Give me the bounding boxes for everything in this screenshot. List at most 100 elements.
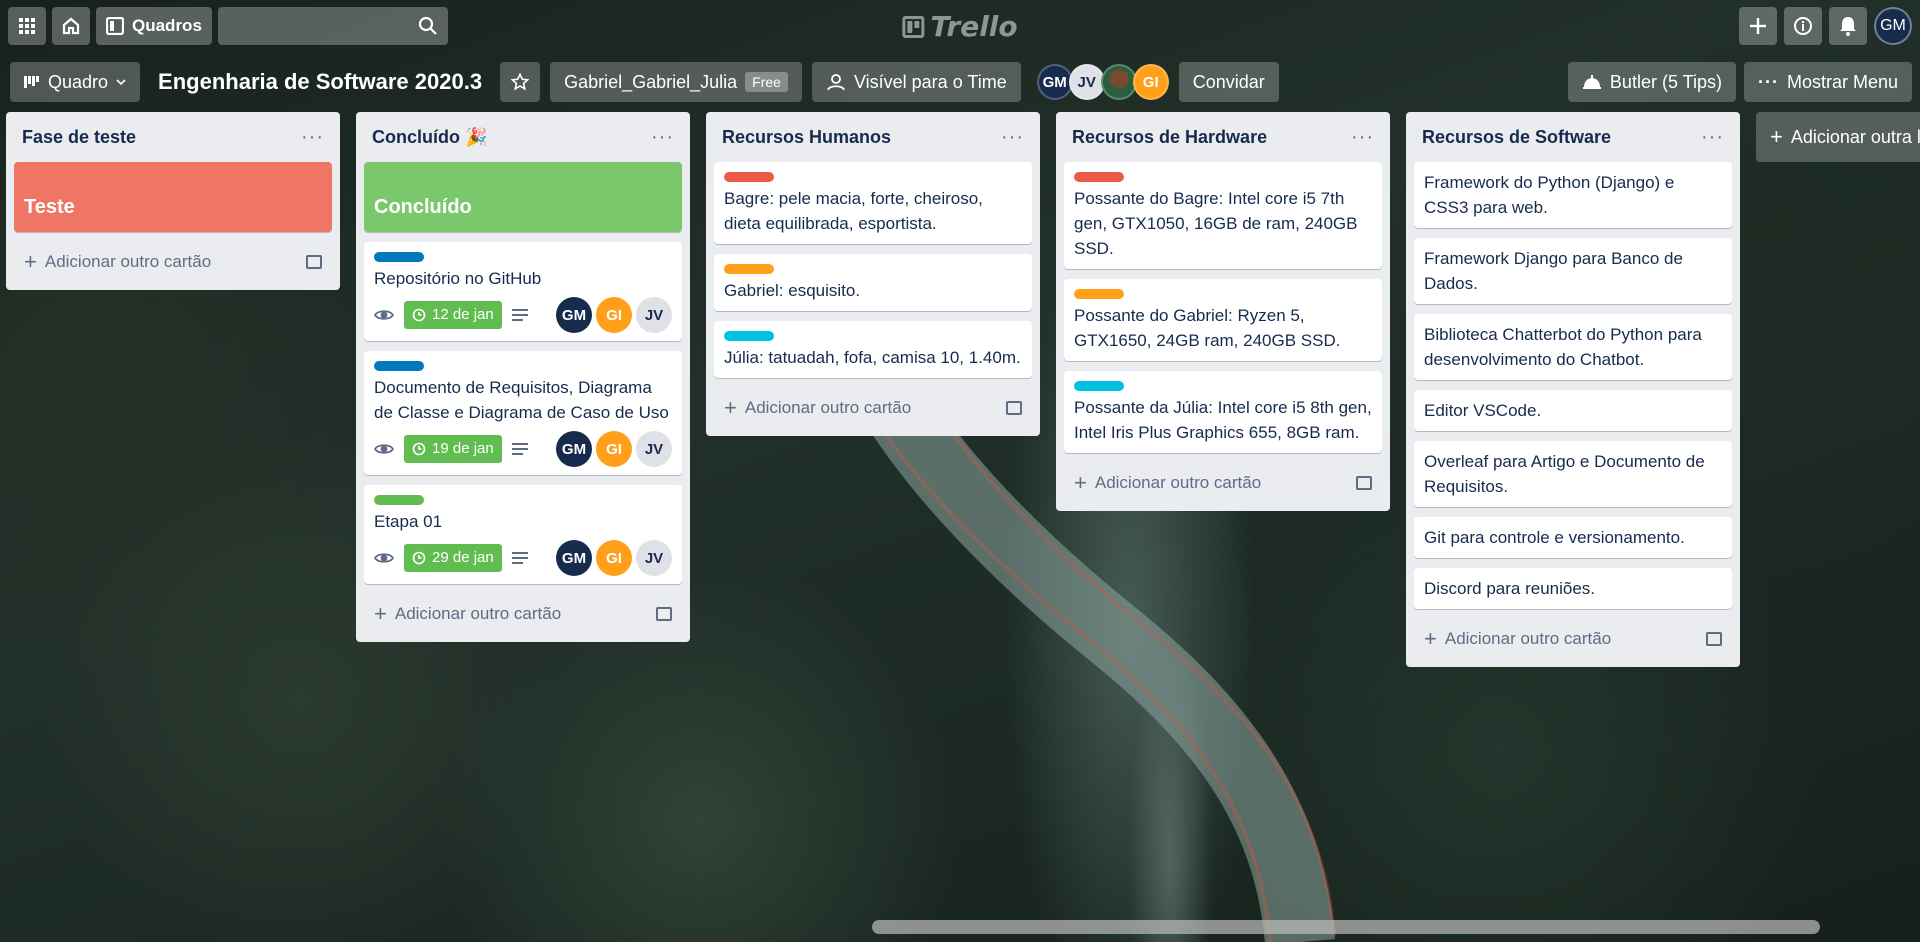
- card[interactable]: Possante do Gabriel: Ryzen 5, GTX1650, 2…: [1064, 279, 1382, 361]
- list-title[interactable]: Recursos de Software: [1422, 127, 1611, 148]
- card-member-jv[interactable]: JV: [636, 297, 672, 333]
- card-cover[interactable]: Concluído: [364, 162, 682, 232]
- top-bar: Quadros Trello GM: [0, 0, 1920, 52]
- card-label: [1074, 172, 1124, 182]
- board-title[interactable]: Engenharia de Software 2020.3: [150, 69, 490, 95]
- due-date-badge[interactable]: 12 de jan: [404, 301, 502, 329]
- card[interactable]: Git para controle e versionamento.: [1414, 517, 1732, 558]
- add-card-label: Adicionar outro cartão: [1094, 473, 1262, 492]
- card-member-gm[interactable]: GM: [556, 297, 592, 333]
- card-member-jv[interactable]: JV: [636, 431, 672, 467]
- card[interactable]: Overleaf para Artigo e Documento de Requ…: [1414, 441, 1732, 507]
- team-button[interactable]: Gabriel_Gabriel_Julia Free: [550, 62, 802, 102]
- search-input[interactable]: [217, 7, 448, 45]
- butler-button[interactable]: Butler (5 Tips): [1567, 62, 1736, 102]
- board-members: GM JV GI: [1036, 64, 1169, 100]
- card[interactable]: Bagre: pele macia, forte, cheiroso, diet…: [714, 162, 1032, 244]
- list-menu-icon[interactable]: ···: [651, 127, 674, 147]
- plus-icon: +: [24, 249, 37, 274]
- board-lists: Fase de teste ··· Teste + Adicionar outro…: [6, 112, 1920, 667]
- plus-icon: +: [1770, 124, 1783, 149]
- boards-button[interactable]: Quadros: [96, 7, 212, 45]
- card[interactable]: Júlia: tatuadah, fofa, camisa 10, 1.40m.: [714, 321, 1032, 378]
- list-title[interactable]: Recursos Humanos: [722, 127, 891, 148]
- list-title[interactable]: Recursos de Hardware: [1072, 127, 1267, 148]
- card[interactable]: Documento de Requisitos, Diagrama de Cla…: [364, 351, 682, 475]
- list-menu-icon[interactable]: ···: [1701, 127, 1724, 147]
- member-avatar-jv[interactable]: JV: [1068, 64, 1105, 100]
- card[interactable]: Discord para reuniões.: [1414, 568, 1732, 609]
- card-label: [374, 495, 424, 505]
- add-card-label: Adicionar outro cartão: [744, 398, 912, 417]
- card[interactable]: Etapa 01 29 de jan GM GI JV: [364, 485, 682, 584]
- template-icon[interactable]: [1006, 401, 1022, 415]
- list-menu-icon[interactable]: ···: [301, 127, 324, 147]
- card-label: [1074, 289, 1124, 299]
- add-card-button[interactable]: + Adicionar outro cartão: [1414, 619, 1732, 659]
- card-member-jv[interactable]: JV: [636, 540, 672, 576]
- card-title: Biblioteca Chatterbot do Python para des…: [1424, 325, 1702, 369]
- apps-button[interactable]: [8, 7, 46, 45]
- card-label: [724, 264, 774, 274]
- member-avatar-photo[interactable]: [1100, 64, 1137, 100]
- add-card-button[interactable]: + Adicionar outro cartão: [1064, 463, 1382, 503]
- board-view-switcher[interactable]: Quadro: [10, 62, 141, 102]
- chevron-down-icon: [116, 79, 126, 86]
- card[interactable]: Possante do Bagre: Intel core i5 7th gen…: [1064, 162, 1382, 269]
- description-icon: [511, 309, 528, 321]
- template-icon[interactable]: [1706, 632, 1722, 646]
- card-title: Discord para reuniões.: [1424, 579, 1596, 598]
- card-cover[interactable]: Teste: [14, 162, 332, 232]
- bell-icon: [1840, 17, 1856, 36]
- show-menu-button[interactable]: ··· Mostrar Menu: [1743, 62, 1912, 102]
- add-card-label: Adicionar outro cartão: [44, 252, 212, 271]
- template-icon[interactable]: [306, 255, 322, 269]
- plus-icon: [1750, 18, 1766, 34]
- card-member-gm[interactable]: GM: [556, 540, 592, 576]
- due-date-badge[interactable]: 19 de jan: [404, 435, 502, 463]
- visibility-button[interactable]: Visível para o Time: [811, 62, 1021, 102]
- card[interactable]: Framework do Python (Django) e CSS3 para…: [1414, 162, 1732, 228]
- card-member-gi[interactable]: GI: [596, 540, 632, 576]
- user-avatar[interactable]: GM: [1874, 7, 1912, 45]
- add-card-button[interactable]: + Adicionar outro cartão: [364, 594, 682, 634]
- visibility-label: Visível para o Time: [853, 71, 1007, 92]
- list-title[interactable]: Concluído 🎉: [372, 127, 487, 148]
- notifications-button[interactable]: [1829, 7, 1867, 45]
- list-menu-icon[interactable]: ···: [1351, 127, 1374, 147]
- card[interactable]: Editor VSCode.: [1414, 390, 1732, 431]
- member-avatar-gi[interactable]: GI: [1132, 64, 1169, 100]
- horizontal-scrollbar[interactable]: [872, 920, 1820, 934]
- trello-logo[interactable]: Trello: [902, 10, 1018, 43]
- card[interactable]: Framework Django para Banco de Dados.: [1414, 238, 1732, 304]
- card-label: [724, 331, 774, 341]
- due-date-badge[interactable]: 29 de jan: [404, 544, 502, 572]
- add-list-button[interactable]: + Adicionar outra lista: [1756, 112, 1920, 162]
- butler-bell-icon: [1582, 75, 1601, 89]
- home-icon: [62, 17, 80, 35]
- home-button[interactable]: [52, 7, 90, 45]
- invite-button[interactable]: Convidar: [1178, 62, 1279, 102]
- list-menu-icon[interactable]: ···: [1001, 127, 1024, 147]
- star-button[interactable]: [500, 62, 541, 102]
- star-icon: [511, 73, 530, 91]
- show-menu-label: Mostrar Menu: [1786, 71, 1898, 92]
- add-card-button[interactable]: + Adicionar outro cartão: [714, 388, 1032, 428]
- card[interactable]: Gabriel: esquisito.: [714, 254, 1032, 311]
- card-member-gm[interactable]: GM: [556, 431, 592, 467]
- watch-icon: [374, 310, 394, 320]
- plus-icon: +: [374, 601, 387, 626]
- member-avatar-gm[interactable]: GM: [1036, 64, 1073, 100]
- due-date-text: 12 de jan: [432, 306, 494, 323]
- template-icon[interactable]: [656, 607, 672, 621]
- card[interactable]: Repositório no GitHub 12 de jan GM GI JV: [364, 242, 682, 341]
- info-button[interactable]: [1784, 7, 1822, 45]
- card-member-gi[interactable]: GI: [596, 297, 632, 333]
- card[interactable]: Biblioteca Chatterbot do Python para des…: [1414, 314, 1732, 380]
- card-member-gi[interactable]: GI: [596, 431, 632, 467]
- create-button[interactable]: [1739, 7, 1777, 45]
- template-icon[interactable]: [1356, 476, 1372, 490]
- add-card-button[interactable]: + Adicionar outro cartão: [14, 242, 332, 282]
- card[interactable]: Possante da Júlia: Intel core i5 8th gen…: [1064, 371, 1382, 453]
- list-title[interactable]: Fase de teste: [22, 127, 136, 148]
